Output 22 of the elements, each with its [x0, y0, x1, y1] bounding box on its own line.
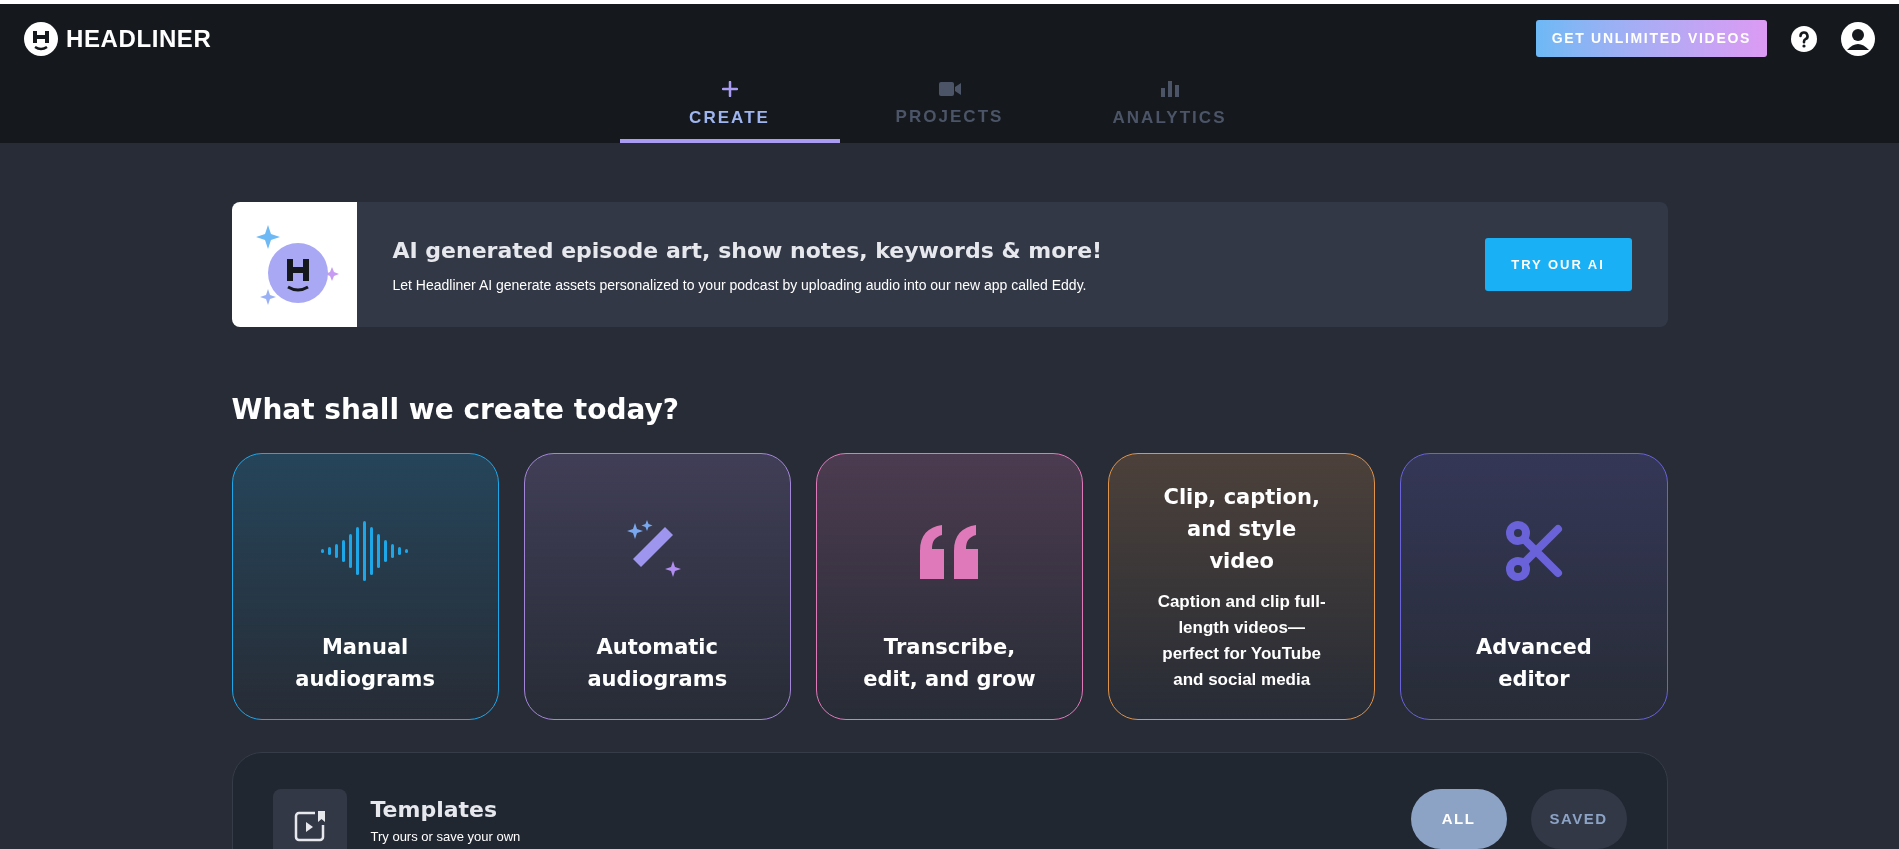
- templates-title: Templates: [370, 796, 499, 824]
- nav-tab[interactable]: CREATE: [619, 73, 840, 143]
- logo-icon: [24, 21, 58, 56]
- logo-text: HEADLINER: [66, 23, 212, 54]
- scissors-icon: [1503, 520, 1564, 581]
- help-icon[interactable]: [1791, 25, 1817, 52]
- video-camera-icon: [938, 82, 961, 97]
- create-option-card[interactable]: Manual audiograms: [231, 453, 499, 720]
- create-option-card[interactable]: Advanced editor: [1400, 453, 1668, 720]
- section-heading: What shall we create today?: [231, 392, 680, 428]
- templates-subtitle: Try ours or save your own: [370, 828, 521, 846]
- filter-pill[interactable]: SAVED: [1530, 789, 1627, 849]
- create-option-card[interactable]: Transcribe, edit, and grow: [815, 453, 1084, 720]
- create-option-card[interactable]: Automatic audiograms: [523, 453, 791, 720]
- banner-title: AI generated episode art, show notes, keywords & more!: [392, 236, 1104, 265]
- bar-chart-icon: [1160, 81, 1179, 98]
- create-option-card[interactable]: Clip, caption, and style video Caption and clip full-length videos—perfect for YouTube and social media: [1108, 453, 1376, 720]
- banner-subtitle: Let Headliner AI generate assets personalized to your podcast by uploading audio into our new app called Eddy.: [392, 275, 1088, 295]
- waveform-icon: [321, 520, 410, 581]
- plus-icon: [721, 81, 738, 98]
- account-icon[interactable]: [1841, 21, 1875, 56]
- video-template-icon: [292, 809, 327, 843]
